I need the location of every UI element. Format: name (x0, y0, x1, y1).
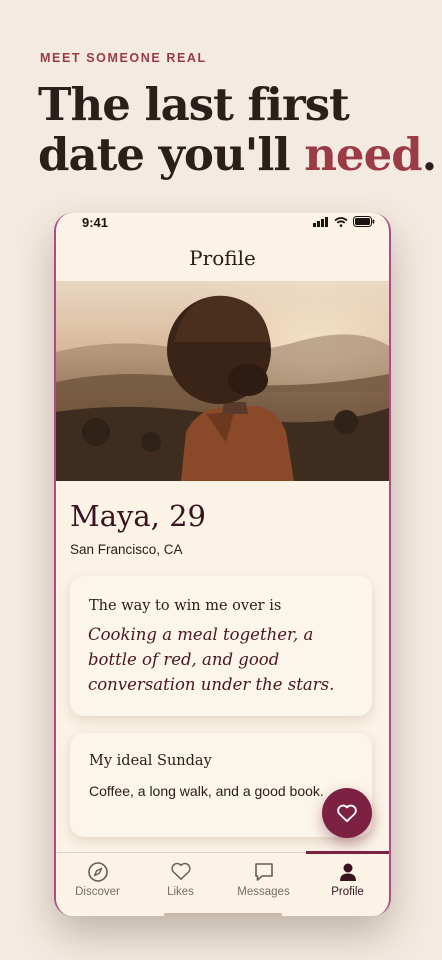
tab-label: Discover (75, 886, 120, 898)
profile-location: San Francisco, CA (70, 542, 183, 557)
headline-period: . (421, 128, 438, 181)
prompt-question: My ideal Sunday (89, 753, 212, 769)
signal-icon (313, 216, 328, 227)
heart-icon (170, 862, 191, 880)
status-icons (313, 216, 375, 227)
chat-icon (254, 863, 273, 881)
tab-discover[interactable]: Discover (56, 853, 139, 916)
like-button[interactable] (322, 788, 372, 838)
tab-likes[interactable]: Likes (139, 853, 222, 916)
tab-profile[interactable]: Profile (306, 853, 389, 916)
headline-accent: need (304, 128, 422, 181)
eyebrow-label: MEET SOMEONE REAL (40, 51, 207, 65)
headline: The last first date you'll need. (38, 80, 438, 180)
prompt-question: The way to win me over is (89, 598, 282, 614)
tab-label: Profile (331, 886, 364, 898)
prompt-card[interactable]: The way to win me over is Cooking a meal… (70, 576, 372, 716)
headline-line-1: The last first (38, 78, 350, 131)
profile-name: Maya, 29 (70, 499, 206, 533)
status-bar: 9:41 (56, 213, 389, 235)
tab-label: Likes (167, 886, 194, 898)
page-title: Profile (189, 246, 256, 270)
prompt-answer: Cooking a meal together, a bottle of red… (88, 625, 335, 694)
headline-line-2: date you'll (38, 128, 305, 181)
battery-icon (353, 216, 375, 227)
tab-label: Messages (237, 886, 290, 898)
home-indicator (164, 913, 282, 916)
compass-icon (87, 862, 108, 882)
phone-mockup: 9:41 Profile Maya, 29 San Francisco, CA … (54, 213, 391, 916)
wifi-icon (334, 216, 348, 227)
tab-bar: Discover Likes Messages Profile (56, 851, 389, 916)
profile-photo[interactable] (56, 281, 389, 481)
prompt-answer: Coffee, a long walk, and a good book. (89, 783, 324, 799)
heart-icon (337, 804, 357, 823)
person-icon (339, 863, 356, 881)
tab-messages[interactable]: Messages (222, 853, 305, 916)
status-time: 9:41 (82, 215, 109, 230)
